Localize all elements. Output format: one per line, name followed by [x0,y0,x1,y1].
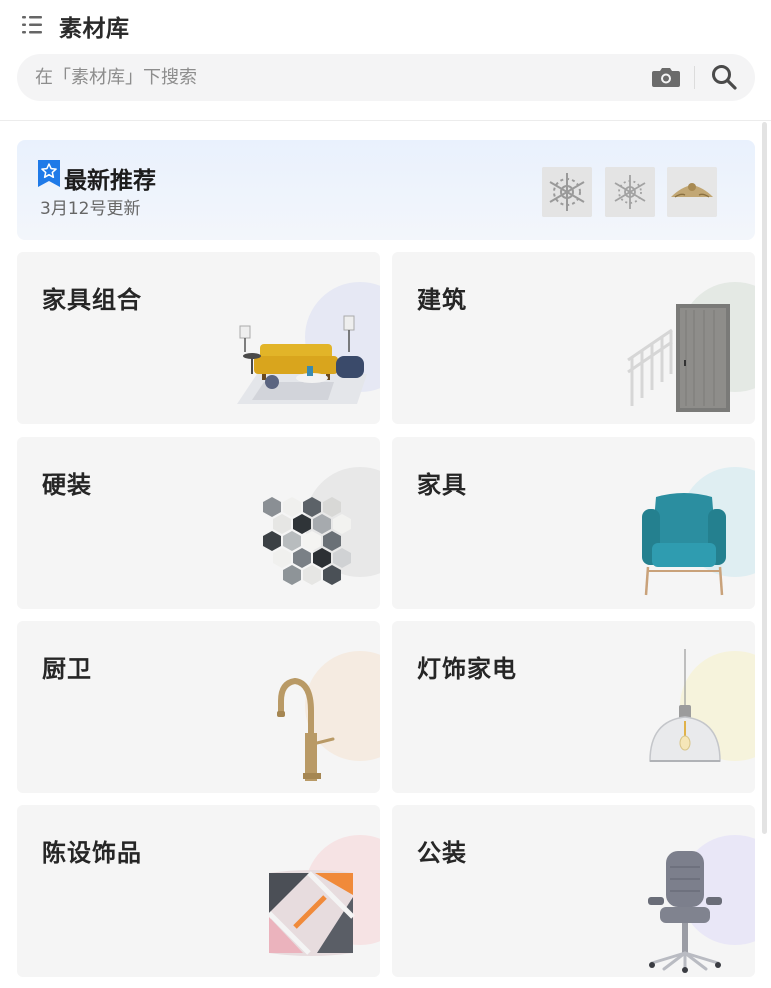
star-bookmark-icon [38,160,60,187]
category-card-decor-accessories[interactable]: 陈设饰品 [17,805,380,977]
gold-faucet-image [277,677,335,781]
search-icon[interactable] [710,63,738,91]
category-card-commercial[interactable]: 公装 [392,805,755,977]
category-card-furniture[interactable]: 家具 [392,437,755,609]
thumbnail-snowflake-ornament[interactable] [542,167,592,217]
decorative-pillow-image [267,870,355,956]
category-card-architecture[interactable]: 建筑 [392,252,755,424]
thumbnail-gold-relief-ornament[interactable] [667,167,717,217]
category-label: 家具组合 [42,286,142,314]
category-card-kitchen-bath[interactable]: 厨卫 [17,621,380,793]
living-room-set-image [237,315,367,404]
search-divider [694,66,695,89]
header-divider [0,120,771,121]
banner-subtitle: 3月12号更新 [40,199,141,219]
search-bar [17,54,755,101]
category-label: 建筑 [417,286,467,314]
category-label: 家具 [417,471,467,499]
teal-armchair-image [642,493,726,596]
scrollbar[interactable] [762,122,767,834]
category-label: 公装 [417,839,467,867]
category-label: 硬装 [42,471,92,499]
category-card-hard-decoration[interactable]: 硬装 [17,437,380,609]
latest-recommend-banner[interactable]: 最新推荐 3月12号更新 [17,140,755,240]
search-input[interactable] [35,54,635,101]
list-menu-icon[interactable] [22,14,42,36]
category-card-lighting-appliances[interactable]: 灯饰家电 [392,621,755,793]
header: 素材库 [0,0,771,50]
camera-icon[interactable] [651,64,681,90]
glass-pendant-lamp-image [649,649,721,762]
page-title: 素材库 [59,16,130,42]
door-and-railing-image [627,304,730,412]
category-label: 厨卫 [42,655,92,683]
category-card-furniture-set[interactable]: 家具组合 [17,252,380,424]
office-chair-image [648,851,722,973]
category-label: 灯饰家电 [417,655,517,683]
banner-title: 最新推荐 [64,168,156,194]
hexagon-tiles-image [263,497,351,585]
category-label: 陈设饰品 [42,839,142,867]
thumbnail-snowflake-ornament-2[interactable] [605,167,655,217]
